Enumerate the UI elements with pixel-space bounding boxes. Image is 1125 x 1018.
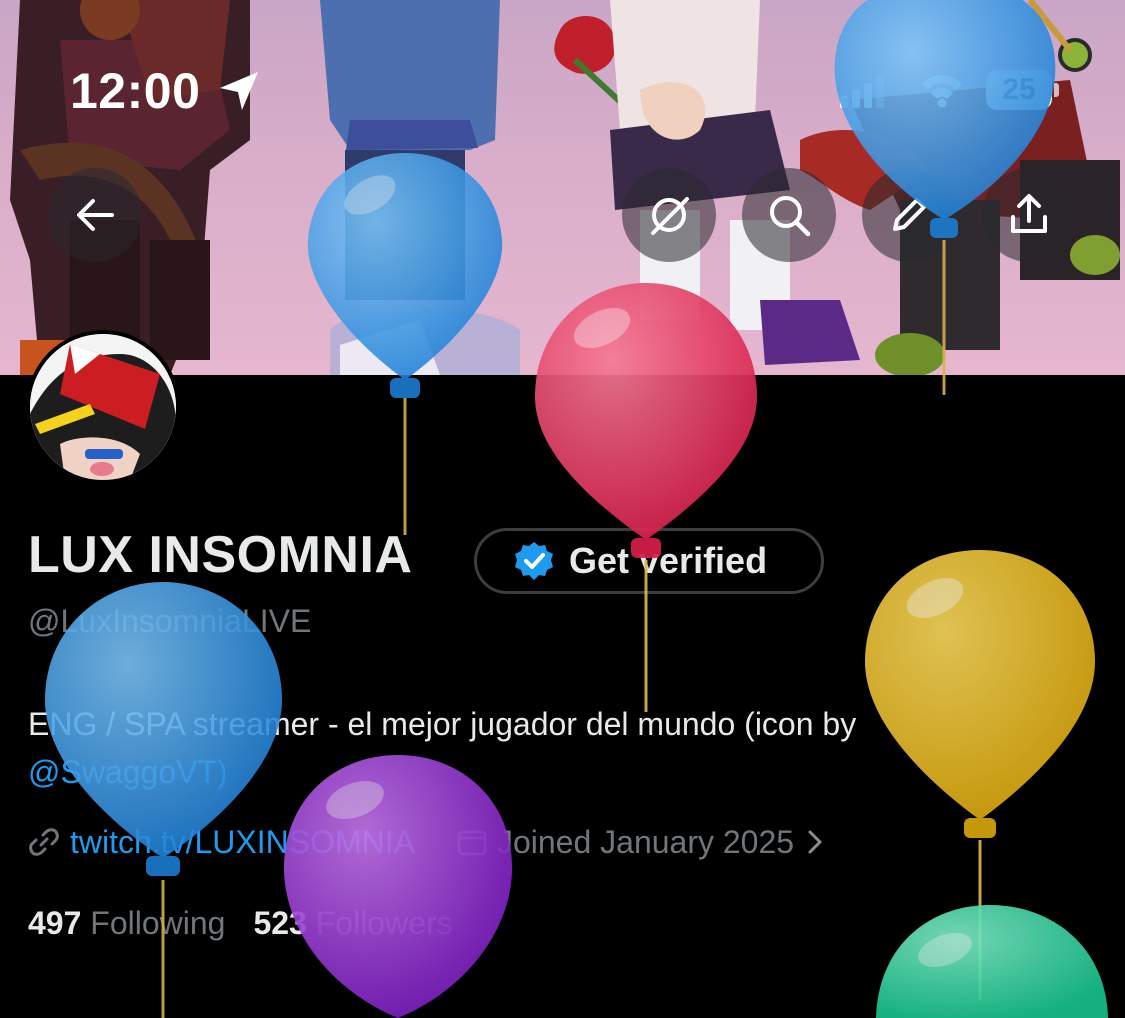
battery-level: 25 (1002, 73, 1036, 106)
profile-name: LUX INSOMNIA (28, 526, 413, 584)
profile-bio: ENG / SPA streamer - el mejor jugador de… (28, 700, 1088, 796)
chevron-right-icon[interactable] (806, 829, 824, 855)
profile-handle: @LuxInsomniaLIVE (28, 603, 312, 639)
following-count: 497 (28, 905, 82, 941)
search-icon (770, 196, 811, 237)
search-button[interactable] (742, 168, 836, 262)
cellular-signal-icon (840, 76, 884, 108)
location-arrow-icon (220, 72, 258, 110)
status-bar: 12:00 25 (0, 0, 1125, 140)
website-link[interactable]: twitch.tv/LUXINSOMNIA (70, 824, 415, 861)
followers-count: 523 (253, 905, 307, 941)
bio-text: ENG / SPA streamer - el mejor jugador de… (28, 706, 857, 742)
grok-icon (651, 197, 689, 235)
share-button[interactable] (982, 168, 1076, 262)
back-arrow-icon (77, 199, 114, 231)
verified-badge-icon (515, 542, 553, 580)
profile-meta: twitch.tv/LUXINSOMNIA Joined January 202… (28, 820, 824, 864)
joined-date: Joined January 2025 (496, 823, 795, 860)
balloon-green (876, 905, 1108, 1018)
wifi-icon (922, 75, 962, 108)
link-icon (29, 828, 59, 856)
followers-label: Followers (315, 905, 453, 941)
edit-button[interactable] (862, 168, 956, 262)
battery-icon: 25 (986, 70, 1060, 110)
avatar-image (30, 334, 176, 480)
back-button[interactable] (48, 168, 142, 262)
following-label: Following (90, 905, 226, 941)
share-icon (1011, 194, 1047, 233)
followers-link[interactable]: 523 Followers (253, 905, 452, 941)
following-link[interactable]: 497 Following (28, 905, 225, 941)
get-verified-label: Get verified (569, 540, 768, 581)
balloon-blue-left (45, 582, 282, 1018)
bio-mention-link[interactable]: @SwaggoVT) (28, 754, 228, 790)
avatar[interactable] (26, 330, 180, 484)
calendar-icon (457, 830, 487, 856)
follow-stats: 497 Following 523 Followers (28, 905, 453, 942)
grok-button[interactable] (622, 168, 716, 262)
edit-pencil-icon (893, 198, 926, 231)
status-time: 12:00 (70, 63, 201, 119)
get-verified-button[interactable]: Get verified (474, 528, 824, 594)
